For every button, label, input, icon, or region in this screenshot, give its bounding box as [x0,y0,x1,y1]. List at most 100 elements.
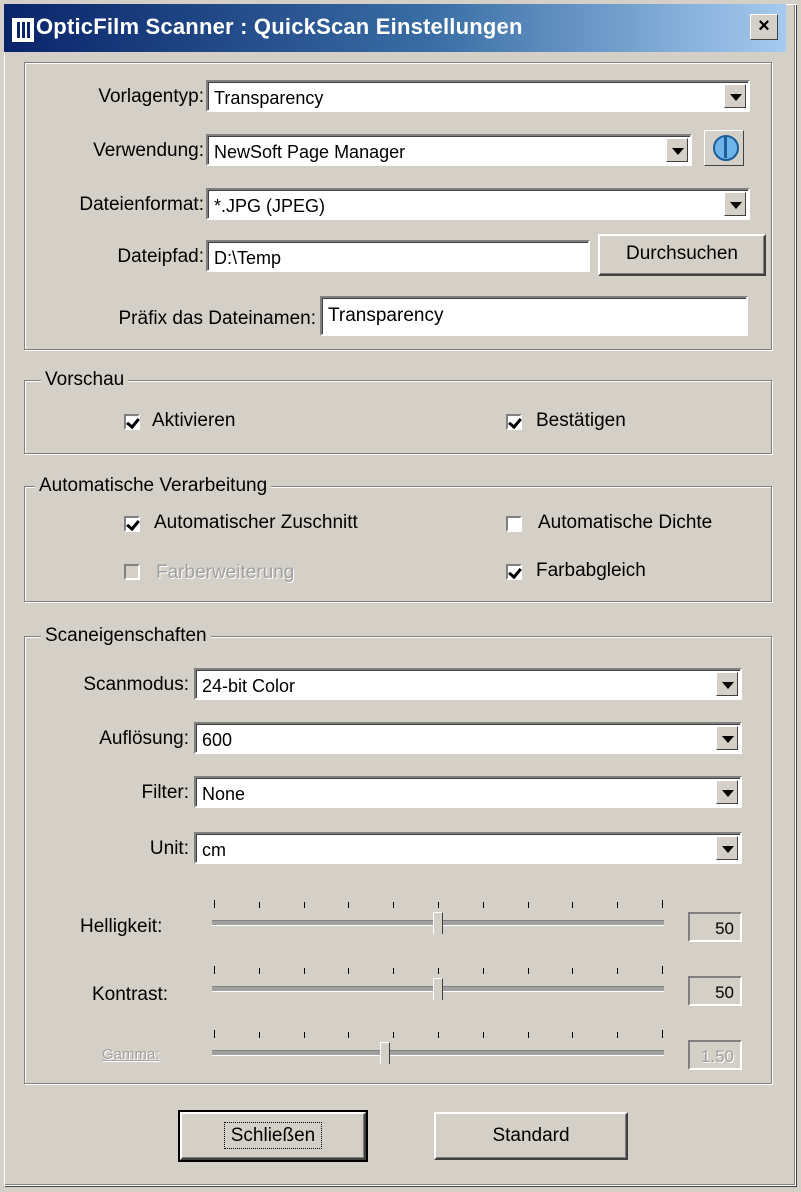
praefix-label: Präfix das Dateinamen: [118,308,317,329]
kontrast-tick [572,968,574,974]
color-balance-label: Farbabgleich [536,560,646,581]
scanmodus-label: Scanmodus: [83,674,189,695]
bestaetigen-checkbox[interactable] [506,414,522,430]
helligkeit-tick [214,900,215,908]
gamma-tick [348,1032,350,1038]
dateiformat-value: *.JPG (JPEG) [214,196,326,216]
gamma-tick [258,1032,260,1038]
gamma-tick [482,1032,484,1038]
helligkeit-tick [348,902,350,908]
gamma-tick [527,1032,529,1038]
scan-properties-legend: Scaneigenschaften [41,625,211,647]
auto-processing-group: Automatische Verarbeitung [24,475,772,602]
chevron-down-icon[interactable] [716,836,738,860]
preview-legend: Vorschau [41,369,129,391]
scanmodus-select[interactable]: 24-bit Color [194,668,742,700]
dateiformat-select[interactable]: *.JPG (JPEG) [206,188,750,220]
kontrast-slider[interactable] [212,966,664,1002]
auto-processing-legend: Automatische Verarbeitung [35,475,272,497]
kontrast-slider-thumb[interactable] [433,978,443,1000]
helligkeit-tick [438,902,439,908]
filter-select[interactable]: None [194,776,742,808]
helligkeit-tick [303,902,305,908]
helligkeit-tick [393,902,395,908]
kontrast-tick [438,968,439,974]
browse-button[interactable]: Durchsuchen [598,234,766,276]
chevron-down-icon[interactable] [716,780,738,804]
scanmodus-value: 24-bit Color [202,676,296,696]
kontrast-tick [393,968,395,974]
close-dialog-label: Schließen [223,1122,323,1149]
unit-value: cm [202,840,226,860]
helligkeit-tick [572,902,574,908]
gamma-slider-thumb [379,1042,390,1064]
dateiformat-label: Dateienformat: [79,194,204,215]
helligkeit-tick [482,902,484,908]
gamma-track [212,1050,664,1056]
aktivieren-label: Aktivieren [152,410,236,431]
unit-select[interactable]: cm [194,832,742,864]
verwendung-select[interactable]: NewSoft Page Manager [206,134,692,166]
standard-button[interactable]: Standard [434,1112,628,1160]
kontrast-tick [348,968,350,974]
gamma-tick [662,1030,663,1038]
title-bar[interactable]: OpticFilm Scanner : QuickScan Einstellun… [4,4,786,52]
filter-label: Filter: [141,782,190,803]
kontrast-tick [258,968,260,974]
gamma-tick [393,1032,395,1038]
helligkeit-tick [617,902,619,908]
vorlagentyp-select[interactable]: Transparency [206,80,750,112]
chevron-down-icon[interactable] [716,672,738,696]
filter-value: None [202,784,246,804]
gamma-tick [303,1032,305,1038]
unit-label: Unit: [149,838,189,859]
aufloesung-label: Auflösung: [99,728,189,749]
dateipfad-input[interactable]: D:\Temp [206,240,590,272]
helligkeit-slider-thumb[interactable] [433,912,443,934]
auto-crop-label: Automatischer Zuschnitt [154,512,358,533]
color-balance-checkbox[interactable] [506,564,522,580]
close-button[interactable]: × [750,14,778,40]
helligkeit-label: Helligkeit: [80,916,163,937]
color-expansion-checkbox [124,564,140,580]
bestaetigen-label: Bestätigen [536,410,626,431]
kontrast-tick [662,966,663,974]
chevron-down-icon[interactable] [724,84,746,108]
vorlagentyp-value: Transparency [214,88,324,108]
dateipfad-label: Dateipfad: [117,246,204,267]
verwendung-label: Verwendung: [93,140,204,161]
app-icon [12,18,34,42]
kontrast-tick [617,968,619,974]
verwendung-value: NewSoft Page Manager [214,142,406,162]
color-expansion-label: Farberweiterung [156,562,295,583]
helligkeit-tick [527,902,529,908]
chevron-down-icon[interactable] [724,192,746,216]
gamma-tick [617,1032,619,1038]
gamma-slider [212,1030,664,1066]
gamma-tick [438,1032,439,1038]
chevron-down-icon[interactable] [666,138,688,162]
gamma-tick [214,1030,215,1038]
aufloesung-value: 600 [202,730,233,750]
auto-crop-checkbox[interactable] [124,516,140,532]
chevron-down-icon[interactable] [716,726,738,750]
close-dialog-button[interactable]: Schließen [178,1110,368,1162]
gamma-value: 1.50 [688,1040,742,1070]
kontrast-tick [214,966,215,974]
window-title: OpticFilm Scanner : QuickScan Einstellun… [36,14,523,39]
helligkeit-value: 50 [688,912,742,942]
application-settings-icon[interactable] [704,130,744,166]
aktivieren-checkbox[interactable] [124,414,140,430]
praefix-input[interactable]: Transparency [320,296,748,336]
kontrast-tick [303,968,305,974]
vorlagentyp-label: Vorlagentyp: [98,86,204,107]
gamma-label: Gamma: [102,1046,160,1063]
auto-density-label: Automatische Dichte [538,512,713,533]
auto-density-checkbox[interactable] [506,516,522,532]
kontrast-tick [527,968,529,974]
helligkeit-slider[interactable] [212,900,664,936]
kontrast-value: 50 [688,976,742,1006]
kontrast-label: Kontrast: [92,984,169,1005]
gamma-tick [572,1032,574,1038]
aufloesung-select[interactable]: 600 [194,722,742,754]
